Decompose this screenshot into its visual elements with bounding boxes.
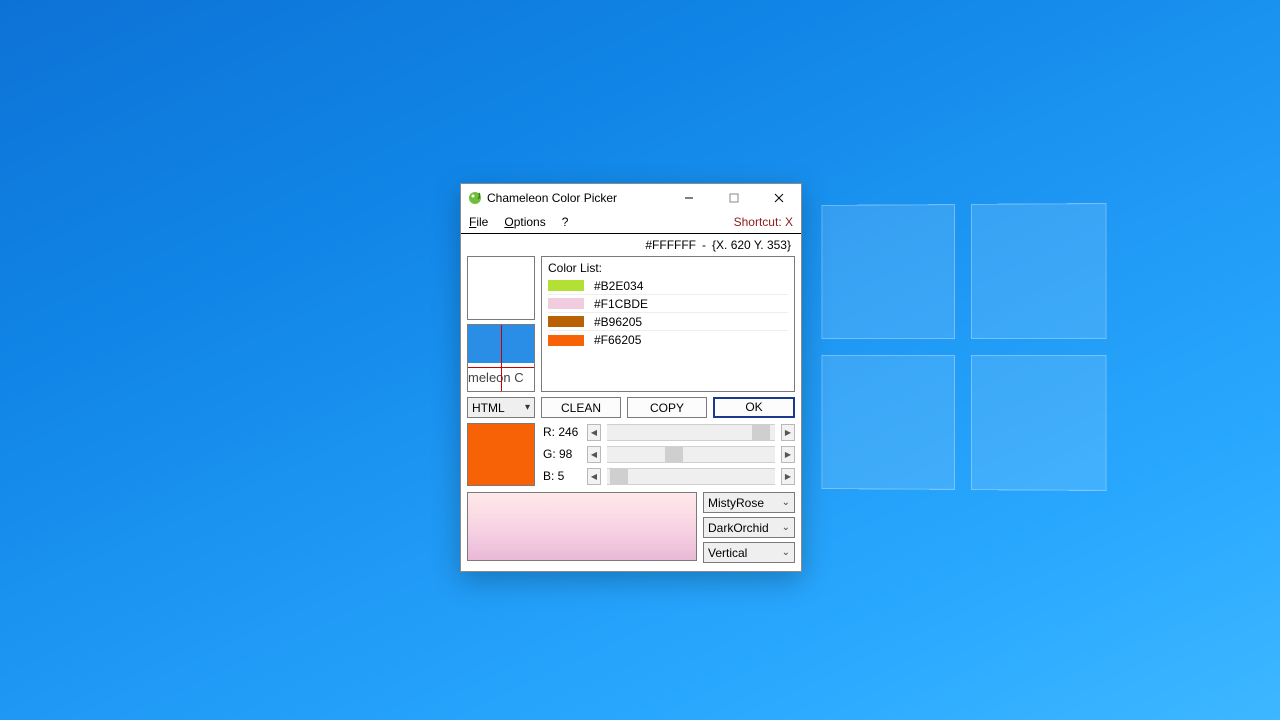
gradient-color2-value: DarkOrchid xyxy=(708,521,769,535)
r-track[interactable] xyxy=(607,424,775,441)
copy-button[interactable]: COPY xyxy=(627,397,707,418)
menubar: File Options ? Shortcut: X xyxy=(461,211,801,234)
shortcut-label: Shortcut: X xyxy=(734,215,793,229)
menu-options[interactable]: Options xyxy=(504,215,545,229)
color-list-item[interactable]: #F66205 xyxy=(548,331,788,349)
color-code: #B2E034 xyxy=(594,279,643,293)
color-list: Color List: #B2E034 #F1CBDE #B96205 #F66205 xyxy=(541,256,795,392)
chevron-down-icon: ⌄ xyxy=(782,522,790,533)
r-slider-row: R: 246 ◀ ▶ xyxy=(543,423,795,441)
color-list-item[interactable]: #B96205 xyxy=(548,313,788,331)
format-selector[interactable]: HTML ▾ xyxy=(467,397,535,418)
gradient-preview xyxy=(467,492,697,561)
r-thumb[interactable] xyxy=(752,425,770,440)
color-list-item[interactable]: #B2E034 xyxy=(548,277,788,295)
b-increment[interactable]: ▶ xyxy=(781,468,795,485)
color-code: #F66205 xyxy=(594,333,641,347)
color-code: #F1CBDE xyxy=(594,297,648,311)
hover-swatch xyxy=(467,256,535,320)
menu-file[interactable]: File xyxy=(469,215,488,229)
b-decrement[interactable]: ◀ xyxy=(587,468,601,485)
chevron-down-icon: ▾ xyxy=(525,402,530,413)
color-list-item[interactable]: #F1CBDE xyxy=(548,295,788,313)
menu-help[interactable]: ? xyxy=(562,215,569,229)
maximize-button[interactable] xyxy=(711,184,756,211)
windows-logo xyxy=(821,203,1106,491)
gradient-direction-select[interactable]: Vertical ⌄ xyxy=(703,542,795,563)
gradient-direction-value: Vertical xyxy=(708,546,747,560)
gradient-color2-select[interactable]: DarkOrchid ⌄ xyxy=(703,517,795,538)
ok-button[interactable]: OK xyxy=(713,397,795,418)
status-sep: - xyxy=(702,238,706,252)
g-increment[interactable]: ▶ xyxy=(781,446,795,463)
color-chip xyxy=(548,280,584,291)
r-decrement[interactable]: ◀ xyxy=(587,424,601,441)
color-chip xyxy=(548,316,584,327)
g-decrement[interactable]: ◀ xyxy=(587,446,601,463)
color-code: #B96205 xyxy=(594,315,642,329)
status-line: #FFFFFF - {X. 620 Y. 353} xyxy=(461,234,801,256)
b-label: B: 5 xyxy=(543,469,581,483)
minimize-button[interactable] xyxy=(666,184,711,211)
g-thumb[interactable] xyxy=(665,447,683,462)
clean-button[interactable]: CLEAN xyxy=(541,397,621,418)
status-hex: #FFFFFF xyxy=(645,238,696,252)
color-chip xyxy=(548,335,584,346)
r-increment[interactable]: ▶ xyxy=(781,424,795,441)
chevron-down-icon: ⌄ xyxy=(782,497,790,508)
b-thumb[interactable] xyxy=(610,469,628,484)
b-track[interactable] xyxy=(607,468,775,485)
titlebar[interactable]: Chameleon Color Picker xyxy=(461,184,801,211)
g-slider-row: G: 98 ◀ ▶ xyxy=(543,445,795,463)
window-title: Chameleon Color Picker xyxy=(487,191,617,205)
app-window: Chameleon Color Picker File Options ? Sh… xyxy=(460,183,802,572)
gradient-color1-select[interactable]: MistyRose ⌄ xyxy=(703,492,795,513)
r-label: R: 246 xyxy=(543,425,581,439)
color-chip xyxy=(548,298,584,309)
current-color-swatch xyxy=(467,423,535,486)
chevron-down-icon: ⌄ xyxy=(782,547,790,558)
format-value: HTML xyxy=(472,401,505,415)
b-slider-row: B: 5 ◀ ▶ xyxy=(543,467,795,485)
g-label: G: 98 xyxy=(543,447,581,461)
gradient-color1-value: MistyRose xyxy=(708,496,764,510)
color-list-label: Color List: xyxy=(548,261,788,275)
magnifier: meleon C xyxy=(467,324,535,392)
status-coords: {X. 620 Y. 353} xyxy=(712,238,791,252)
g-track[interactable] xyxy=(607,446,775,463)
close-button[interactable] xyxy=(756,184,801,211)
app-icon xyxy=(467,190,483,206)
